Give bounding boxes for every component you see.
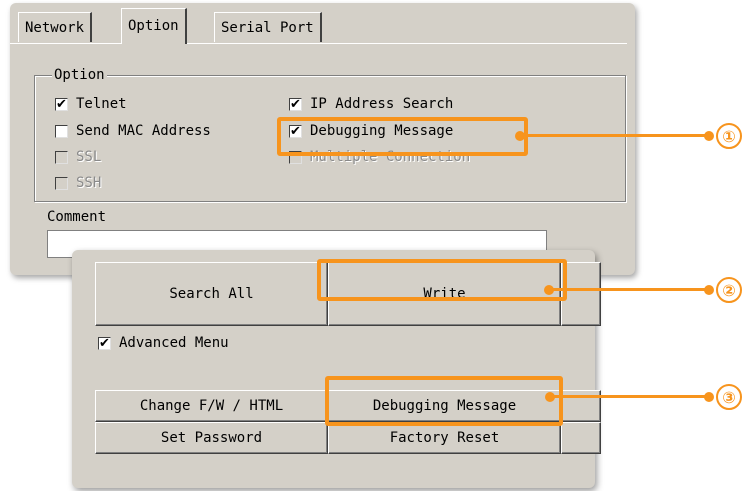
- callout-end-dot-2: [704, 285, 714, 295]
- highlight-write-button: [317, 259, 567, 301]
- tab-option[interactable]: Option: [121, 8, 187, 44]
- comment-label: Comment: [47, 209, 107, 225]
- extra-button-partial-2[interactable]: [561, 422, 601, 454]
- callout-number-2: ②: [716, 277, 742, 303]
- set-password-button[interactable]: Set Password: [95, 422, 328, 454]
- send-mac-address-label: Send MAC Address: [76, 123, 211, 139]
- advanced-menu-label: Advanced Menu: [119, 335, 229, 351]
- ssl-label: SSL: [76, 149, 102, 165]
- tab-network[interactable]: Network: [18, 12, 93, 42]
- callout-number-1: ①: [716, 123, 742, 149]
- change-fw-html-button[interactable]: Change F/W / HTML: [95, 390, 328, 422]
- checkbox-box: [55, 150, 68, 164]
- callout-line-3: [550, 395, 708, 398]
- check-mark-icon: ✔: [289, 96, 302, 112]
- checkbox-box: [55, 124, 68, 138]
- ip-address-search-checkbox[interactable]: ✔ IP Address Search: [289, 96, 453, 112]
- search-all-button[interactable]: Search All: [95, 262, 328, 326]
- send-mac-address-checkbox[interactable]: Send MAC Address: [55, 123, 211, 139]
- factory-reset-button[interactable]: Factory Reset: [328, 422, 561, 454]
- callout-line-1: [520, 134, 708, 137]
- check-mark-icon: ✔: [98, 335, 111, 351]
- option-group-title: Option: [52, 67, 107, 83]
- check-mark-icon: ✔: [55, 96, 68, 112]
- tab-serial-port[interactable]: Serial Port: [214, 12, 322, 42]
- checkbox-box: [55, 176, 68, 190]
- advanced-menu-checkbox[interactable]: ✔ Advanced Menu: [98, 335, 229, 351]
- callout-end-dot-1: [704, 131, 714, 141]
- callout-line-2: [549, 288, 708, 291]
- ssh-label: SSH: [76, 175, 102, 191]
- callout-end-dot-3: [704, 392, 714, 402]
- tab-divider: [10, 43, 627, 44]
- highlight-debugging-button: [325, 376, 563, 426]
- callout-number-3: ③: [716, 384, 742, 410]
- ssh-checkbox: SSH: [55, 175, 101, 191]
- ssl-checkbox: SSL: [55, 149, 101, 165]
- telnet-label: Telnet: [76, 96, 127, 112]
- telnet-checkbox[interactable]: ✔ Telnet: [55, 96, 127, 112]
- next-button-partial[interactable]: [561, 262, 601, 326]
- highlight-debugging-checkbox: [277, 117, 528, 156]
- ip-address-search-label: IP Address Search: [310, 96, 454, 112]
